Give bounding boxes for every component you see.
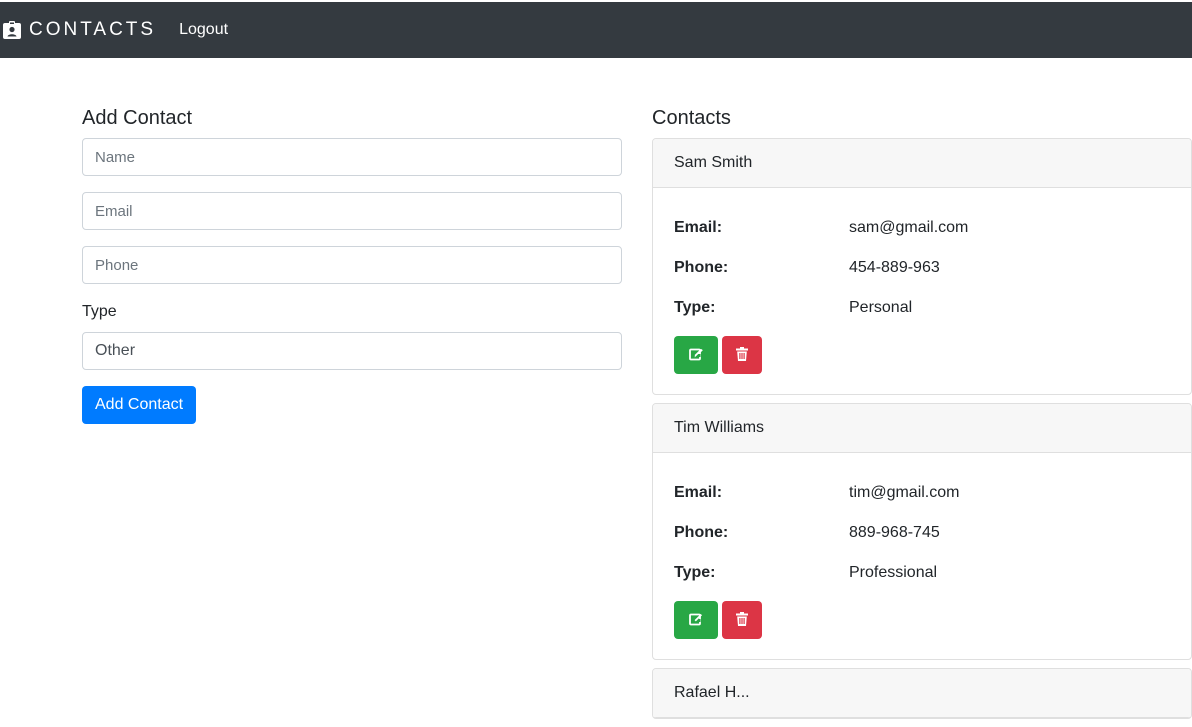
email-key: Email: [674, 484, 723, 501]
type-value: Personal [849, 299, 913, 316]
edit-icon [689, 347, 703, 364]
form-title: Add Contact [82, 107, 193, 129]
type-key: Type: [674, 299, 716, 316]
add-contact-button[interactable]: Add Contact [82, 386, 197, 424]
email-key: Email: [674, 219, 723, 236]
phone-value: 454-889-963 [849, 259, 940, 276]
delete-button[interactable] [722, 336, 762, 374]
contact-name: Tim Williams [653, 404, 1191, 453]
contacts-title: Contacts [652, 107, 731, 129]
edit-button[interactable] [674, 601, 718, 639]
email-row: Email: tim@gmail.com [674, 473, 1170, 513]
phone-key: Phone: [674, 259, 729, 276]
type-row: Type: Professional [674, 553, 1170, 593]
phone-row: Phone: 889-968-745 [674, 513, 1170, 553]
phone-row: Phone: 454-889-963 [674, 248, 1170, 288]
type-key: Type: [674, 564, 716, 581]
phone-value: 889-968-745 [849, 524, 940, 541]
contacts-list: Contacts Sam Smith Email: sam@gmail.com … [652, 104, 1192, 727]
brand-text: CONTACTS [29, 19, 157, 40]
logout-link[interactable]: Logout [179, 21, 228, 39]
edit-button[interactable] [674, 336, 718, 374]
contact-card: Tim Williams Email: tim@gmail.com Phone:… [652, 403, 1192, 660]
trash-icon [736, 611, 748, 629]
add-contact-form: Add Contact Type Other Add Contact [82, 104, 623, 424]
id-badge-icon [2, 20, 22, 40]
type-select-value: Other [95, 342, 136, 359]
type-value: Professional [849, 564, 938, 581]
email-value: sam@gmail.com [849, 219, 969, 236]
phone-key: Phone: [674, 524, 729, 541]
contact-name: Rafael H... [653, 669, 1191, 718]
trash-icon [736, 346, 748, 364]
email-input[interactable] [82, 192, 622, 230]
type-select[interactable]: Other [82, 332, 622, 370]
navbar: CONTACTS Logout [0, 0, 1192, 58]
type-label: Type [82, 303, 117, 320]
email-row: Email: sam@gmail.com [674, 208, 1170, 248]
contact-card: Rafael H... [652, 668, 1192, 719]
name-input[interactable] [82, 138, 622, 176]
contact-card: Sam Smith Email: sam@gmail.com Phone: 45… [652, 138, 1192, 395]
contact-name: Sam Smith [653, 139, 1191, 188]
phone-input[interactable] [82, 246, 622, 284]
delete-button[interactable] [722, 601, 762, 639]
type-row: Type: Personal [674, 288, 1170, 328]
email-value: tim@gmail.com [849, 484, 960, 501]
brand[interactable]: CONTACTS [2, 19, 156, 41]
edit-icon [689, 612, 703, 629]
